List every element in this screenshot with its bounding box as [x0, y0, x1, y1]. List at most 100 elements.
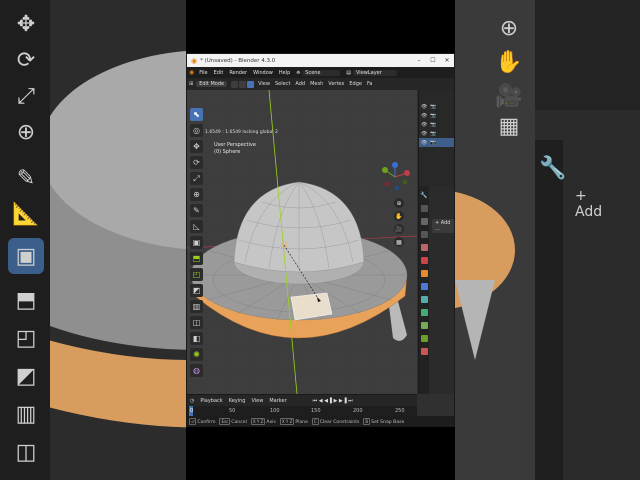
header-menu-add[interactable]: Add: [295, 81, 305, 87]
render-tab-icon[interactable]: [420, 205, 428, 212]
properties-tabs: 🔧: [419, 186, 429, 394]
frame-current: 0: [190, 408, 194, 414]
transform-icon[interactable]: ⊕: [190, 188, 203, 201]
timeline-keying[interactable]: Keying: [229, 398, 246, 404]
view-layer-selector[interactable]: ViewLayer: [353, 69, 397, 76]
timeline-marker[interactable]: Marker: [269, 398, 286, 404]
close-button[interactable]: ✕: [440, 57, 454, 64]
outliner-row[interactable]: 👁 📷: [419, 111, 454, 120]
knife-icon[interactable]: ◫: [190, 316, 203, 329]
inset-icon[interactable]: ◰: [190, 268, 203, 281]
camera-view-icon[interactable]: 🎥: [394, 224, 404, 234]
modifier-tab-icon[interactable]: [420, 283, 428, 290]
output-tab-icon[interactable]: [420, 218, 428, 225]
menu-file[interactable]: File: [199, 70, 207, 76]
bevel-icon[interactable]: ◩: [190, 284, 203, 297]
eye-icon[interactable]: 👁: [421, 140, 427, 146]
cursor-select-icon[interactable]: ⬉: [190, 108, 203, 121]
annotate-icon[interactable]: ✎: [190, 204, 203, 217]
extrude-icon[interactable]: ⬒: [190, 252, 203, 265]
background-right-panel: ⊕ ✋ 🎥 ▦ 🔧 + Add: [455, 0, 640, 480]
face-select-button[interactable]: [247, 80, 255, 88]
outliner-row[interactable]: 👁 📷: [419, 120, 454, 129]
move-icon[interactable]: ✥: [190, 140, 203, 153]
scale-icon[interactable]: ⤢: [190, 172, 203, 185]
edge-select-button[interactable]: [239, 80, 247, 88]
vertex-select-button[interactable]: [231, 80, 239, 88]
eye-icon[interactable]: 👁: [421, 131, 427, 137]
outliner-row[interactable]: 👁 📷: [419, 129, 454, 138]
bg-extrude-icon: ⬒: [15, 287, 37, 313]
viewport-scene: [187, 90, 417, 394]
scene-icon: ⛯: [296, 69, 301, 76]
header-menu-face[interactable]: Fa: [367, 81, 372, 87]
camera-icon[interactable]: 📷: [430, 104, 436, 110]
timeline-view[interactable]: View: [251, 398, 263, 404]
scene-selector[interactable]: Scene: [302, 69, 341, 76]
3d-viewport[interactable]: Scale: 1.6549 : 1.6549 locking global 2 …: [187, 90, 417, 394]
eye-icon[interactable]: 👁: [421, 113, 427, 119]
eye-icon[interactable]: 👁: [421, 104, 427, 110]
menu-edit[interactable]: Edit: [214, 70, 224, 76]
bg-bevel-icon: ◩: [15, 363, 37, 389]
material-tab-icon[interactable]: [420, 348, 428, 355]
status-clear-constraints: C Clear Constraints: [311, 418, 360, 425]
menu-help[interactable]: Help: [279, 70, 290, 76]
status-plane: X Y Z Plane: [279, 418, 308, 425]
eye-icon[interactable]: 👁: [421, 122, 427, 128]
add-modifier-button[interactable]: + Add ...: [432, 219, 454, 233]
view-layer-tab-icon[interactable]: [420, 231, 428, 238]
header-menu-mesh[interactable]: Mesh: [310, 81, 323, 87]
bg-hand-icon: ✋: [495, 49, 523, 75]
ortho-grid-icon[interactable]: ▦: [394, 237, 404, 247]
add-cube-icon[interactable]: ▣: [190, 236, 203, 249]
bg-measure-icon: 📐: [12, 201, 40, 227]
zoom-icon[interactable]: ⊕: [394, 198, 404, 208]
camera-icon[interactable]: 📷: [430, 122, 436, 128]
navigation-gizmo[interactable]: [377, 162, 413, 192]
tool-tab-icon[interactable]: 🔧: [420, 192, 427, 199]
particles-tab-icon[interactable]: [420, 296, 428, 303]
viewport-info: User Perspective (0) Sphere: [214, 142, 256, 156]
world-tab-icon[interactable]: [420, 257, 428, 264]
timeline-playback[interactable]: Playback: [200, 398, 222, 404]
object-tab-icon[interactable]: [420, 270, 428, 277]
bg-grid-icon: ▦: [498, 113, 520, 139]
smooth-icon[interactable]: ◍: [190, 364, 203, 377]
status-axis: X Y Z Axis: [250, 418, 276, 425]
editor-type-icon[interactable]: ⊞: [189, 81, 193, 87]
mode-selector[interactable]: Edit Mode: [196, 81, 228, 87]
loop-cut-icon[interactable]: ▥: [190, 300, 203, 313]
outliner-row[interactable]: 👁 📷: [419, 102, 454, 111]
maximize-button[interactable]: ☐: [426, 57, 440, 64]
camera-icon[interactable]: 📷: [430, 131, 436, 137]
pan-hand-icon[interactable]: ✋: [394, 211, 404, 221]
camera-icon[interactable]: 📷: [430, 140, 436, 146]
timeline-header: ◷ Playback Keying View Marker ⏮ ◀ ◀▐ ▶ ▶…: [187, 395, 417, 406]
data-tab-icon[interactable]: [420, 335, 428, 342]
cursor-3d-icon[interactable]: ◎: [190, 124, 203, 137]
menu-render[interactable]: Render: [229, 70, 247, 76]
outliner-row-selected[interactable]: 👁 📷: [419, 138, 454, 147]
blender-menu-icon[interactable]: ◉: [189, 69, 194, 76]
rotate-icon[interactable]: ⟳: [190, 156, 203, 169]
scene-tab-icon[interactable]: [420, 244, 428, 251]
menu-window[interactable]: Window: [253, 70, 273, 76]
camera-icon[interactable]: 📷: [430, 113, 436, 119]
minimize-button[interactable]: –: [412, 57, 426, 64]
poly-build-icon[interactable]: ◧: [190, 332, 203, 345]
physics-tab-icon[interactable]: [420, 309, 428, 316]
header-menu-select[interactable]: Select: [275, 81, 290, 87]
spin-icon[interactable]: ✺: [190, 348, 203, 361]
header-menu-vertex[interactable]: Vertex: [328, 81, 344, 87]
tick-100: 100: [270, 408, 280, 414]
header-menu-edge[interactable]: Edge: [349, 81, 362, 87]
bg-scale-icon: ⤢: [17, 83, 35, 109]
playback-controls[interactable]: ⏮ ◀ ◀▐ ▶ ▶▐ ⏭: [313, 398, 353, 404]
timeline-editor-icon[interactable]: ◷: [190, 398, 194, 404]
measure-icon[interactable]: ◺: [190, 220, 203, 233]
bg-zoom-icon: ⊕: [499, 15, 519, 41]
header-menu-view[interactable]: View: [258, 81, 270, 87]
constraints-tab-icon[interactable]: [420, 322, 428, 329]
window-title: * (Unsaved) - Blender 4.3.0: [200, 57, 276, 64]
